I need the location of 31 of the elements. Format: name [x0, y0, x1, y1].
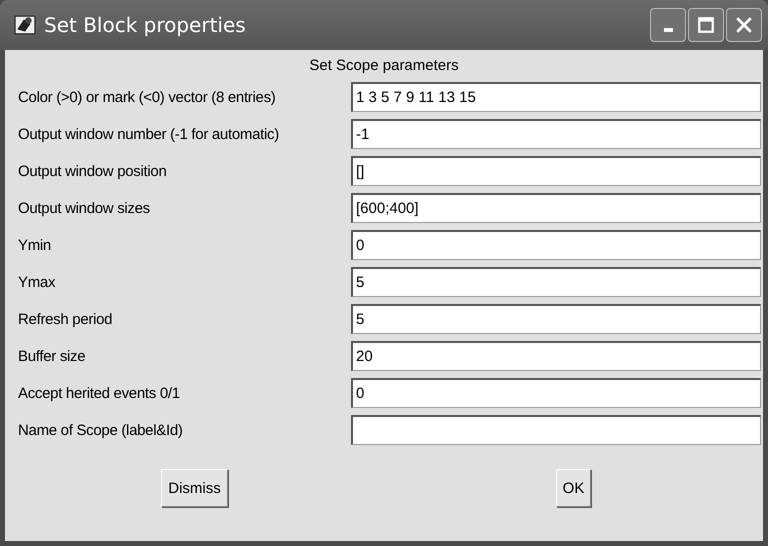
field-label: Refresh period — [17, 310, 114, 328]
field-label: Output window sizes — [17, 200, 151, 216]
close-button[interactable] — [726, 8, 762, 42]
section-heading: Set Scope parameters — [308, 56, 460, 76]
field-label: Output window position — [17, 162, 168, 180]
app-icon — [14, 14, 36, 36]
input-field[interactable]: 1 3 5 7 9 11 13 15 — [351, 82, 761, 112]
input-field[interactable]: 0 — [351, 378, 761, 408]
field-label: Color (>0) or mark (<0) vector (8 entries) — [17, 88, 276, 106]
input-field[interactable]: [600;400] — [351, 193, 761, 223]
maximize-button[interactable] — [688, 8, 724, 42]
maximize-icon — [697, 16, 715, 34]
input-field[interactable]: 20 — [351, 341, 761, 371]
input-field[interactable]: [] — [351, 156, 761, 186]
field-label: Name of Scope (label&Id) — [17, 422, 184, 438]
input-field[interactable] — [351, 415, 761, 445]
field-label: Output window number (-1 for automatic) — [17, 126, 280, 142]
field-label: Accept herited events 0/1 — [17, 384, 181, 402]
input-field[interactable]: 5 — [351, 304, 761, 334]
input-field[interactable]: 5 — [351, 267, 761, 297]
input-field[interactable]: 0 — [351, 230, 761, 260]
dismiss-button[interactable]: Dismiss — [161, 469, 228, 507]
field-label: Buffer size — [17, 348, 86, 364]
field-label: Ymax — [17, 274, 56, 290]
field-label: Ymin — [17, 236, 52, 254]
window-title: Set Block properties — [44, 13, 247, 37]
minimize-icon — [664, 28, 672, 32]
minimize-button[interactable] — [650, 8, 686, 42]
close-icon — [735, 16, 753, 34]
input-field[interactable]: -1 — [351, 119, 761, 149]
ok-button[interactable]: OK — [556, 469, 592, 507]
